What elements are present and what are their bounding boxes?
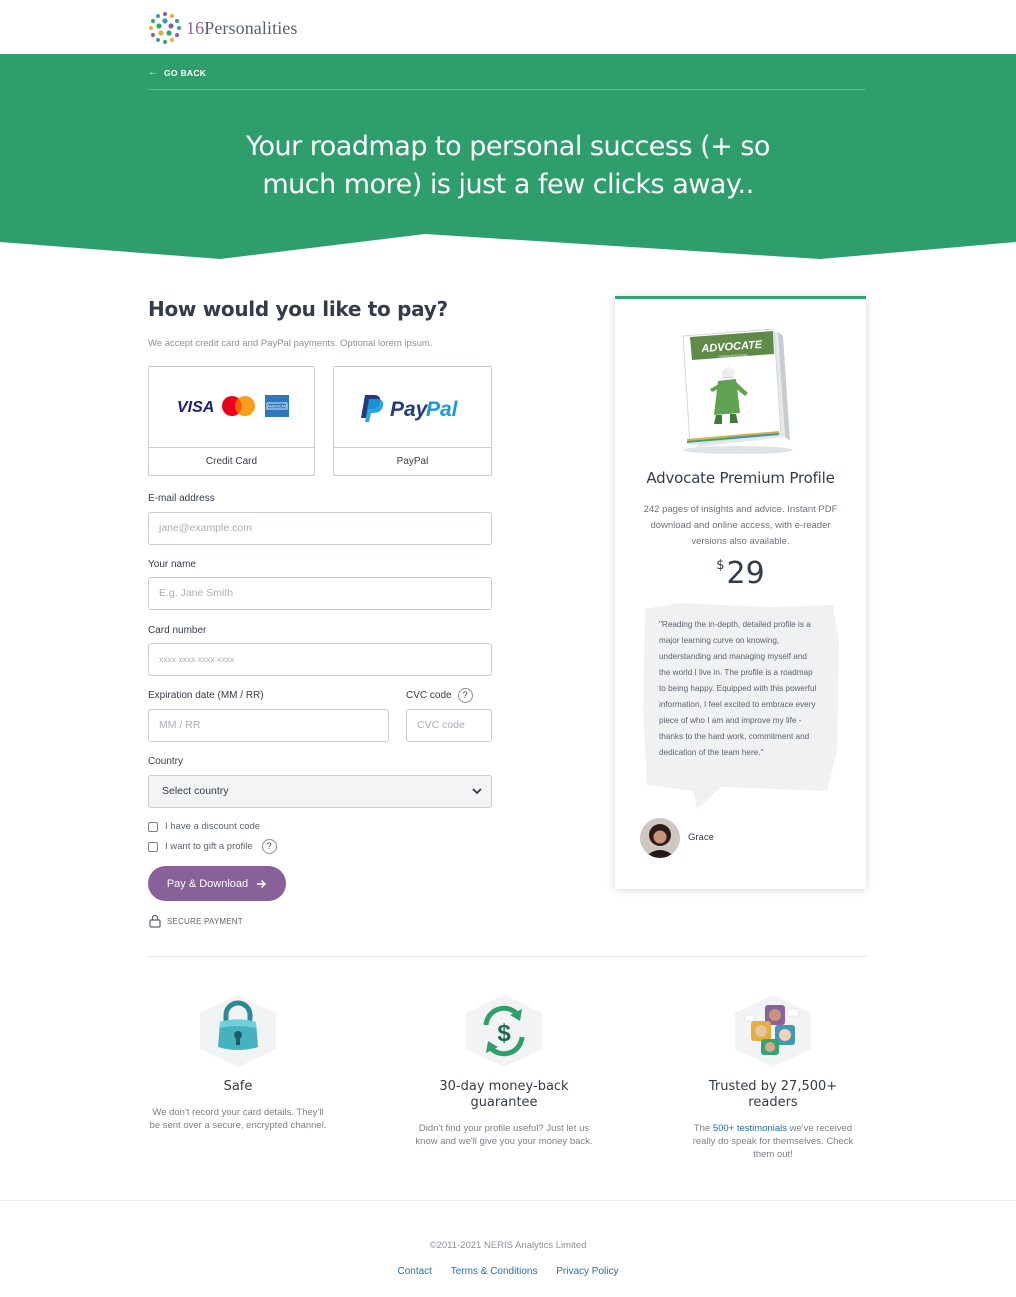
hero-title: Your roadmap to personal success (+ so m… [246, 131, 770, 200]
credit-card-label: Credit Card [149, 447, 314, 475]
gift-checkbox[interactable]: I want to gift a profile ? [148, 839, 277, 854]
feature-safe-title: Safe [223, 1079, 253, 1094]
svg-text:AMERICAN: AMERICAN [268, 405, 287, 409]
arrow-left-icon: ← [148, 67, 158, 78]
feature-trusted: Trusted by 27,500+ readers The 500+ test… [683, 995, 863, 1161]
cvc-label: CVC code [406, 690, 452, 702]
footer-link-contact[interactable]: Contact [398, 1266, 432, 1277]
card-logos: VISA AMERICAN [177, 395, 289, 417]
logo-dots-icon [149, 12, 181, 44]
pay-button-label: Pay & Download [166, 877, 249, 890]
go-back-label: GO BACK [164, 67, 207, 78]
logo-wordmark: 16Personalities [186, 17, 298, 38]
author-avatar [640, 818, 680, 858]
product-title: Advocate Premium Profile [646, 469, 835, 487]
payment-subtitle: We accept credit card and PayPal payment… [148, 338, 433, 349]
cvc-help-icon[interactable]: ? [457, 688, 473, 703]
hero-divider [148, 89, 866, 90]
name-field[interactable]: E.g. Jane Smith [148, 577, 492, 610]
site-logo[interactable]: 16Personalities [148, 11, 298, 45]
hero-banner: ← GO BACK Your roadmap to personal succe… [0, 54, 1016, 260]
checkbox-box[interactable] [148, 821, 158, 832]
product-description: 242 pages of insights and advice. Instan… [643, 504, 838, 547]
feature-trusted-title: Trusted by 27,500+ readers [708, 1079, 838, 1110]
go-back-link[interactable]: ← GO BACK [148, 67, 206, 78]
paypal-option[interactable]: Pay Pal PayPal [333, 366, 492, 476]
svg-text:Pay: Pay [390, 398, 429, 421]
discount-label: I have a discount code [165, 821, 261, 832]
feature-safe-desc: We don't record your card details. They'… [149, 1107, 327, 1131]
svg-text:$: $ [497, 1020, 511, 1047]
amex-icon: AMERICAN [265, 395, 289, 417]
money-back-icon: $ [462, 995, 546, 1067]
expiry-label: Expiration date (MM / RR) [148, 690, 264, 701]
feature-money-back-desc: Didn't find your profile useful? Just le… [415, 1123, 593, 1147]
product-card: ADVOCATE PREMIUM EDITION Advocate Premiu… [615, 296, 866, 889]
lock-icon [149, 914, 161, 928]
secure-payment: SECURE PAYMENT [149, 914, 243, 928]
svg-text:Pal: Pal [426, 398, 459, 421]
author-name: Grace [688, 832, 714, 843]
padlock-icon [196, 995, 280, 1067]
country-select[interactable]: Select country [148, 775, 492, 808]
discount-checkbox[interactable]: I have a discount code [148, 821, 260, 832]
book-cover-image: ADVOCATE PREMIUM EDITION [682, 329, 793, 454]
card-number-label: Card number [148, 625, 207, 636]
visa-logo: VISA [177, 399, 214, 416]
secure-label: SECURE PAYMENT [167, 916, 243, 926]
paypal-logo-icon: Pay Pal [361, 395, 459, 422]
footer-link-privacy[interactable]: Privacy Policy [556, 1266, 618, 1277]
product-price: $29 [615, 556, 866, 591]
readers-icon [731, 995, 815, 1067]
cvc-field[interactable]: CVC code [406, 709, 492, 742]
feature-trusted-desc: The 500+ testimonials we've received rea… [692, 1123, 854, 1160]
feature-money-back-title: 30-day money-back guarantee [439, 1079, 569, 1110]
section-divider [148, 956, 866, 957]
footer-links: Contact Terms & Conditions Privacy Polic… [0, 1266, 1016, 1277]
gift-label: I want to gift a profile [165, 841, 253, 852]
email-label: E-mail address [148, 493, 215, 504]
footer-link-terms[interactable]: Terms & Conditions [451, 1266, 538, 1277]
country-label: Country [148, 756, 184, 767]
mastercard-icon [222, 396, 255, 416]
avatar-photo [640, 818, 680, 858]
name-label: Your name [148, 559, 196, 570]
price-amount: 29 [726, 556, 765, 591]
feature-safe: Safe We don't record your card details. … [148, 995, 328, 1132]
email-field[interactable]: jane@example.com [148, 512, 492, 545]
credit-card-option[interactable]: VISA AMERICAN Credit Card [148, 366, 315, 476]
paypal-label: PayPal [334, 447, 491, 475]
feature-money-back: $ 30-day money-back guarantee Didn't fin… [414, 995, 594, 1148]
payment-title: How would you like to pay? [148, 297, 448, 321]
expiry-field[interactable]: MM / RR [148, 709, 389, 742]
cvc-label-row: CVC code? [406, 688, 473, 703]
chevron-down-icon [472, 788, 482, 795]
testimonial-quote: "Reading the in-depth, detailed profile … [659, 620, 817, 757]
page-footer: ©2011-2021 NERIS Analytics Limited Conta… [0, 1200, 1016, 1297]
testimonials-link[interactable]: 500+ testimonials [713, 1123, 787, 1134]
price-currency: $ [716, 558, 725, 573]
gift-help-icon[interactable]: ? [261, 839, 277, 854]
card-number-field[interactable]: xxxx xxxx xxxx xxxx [148, 643, 492, 676]
copyright-text: ©2011-2021 NERIS Analytics Limited [429, 1240, 587, 1251]
top-bar: 16Personalities [0, 0, 1016, 54]
arrow-right-icon [257, 879, 267, 888]
country-selected: Select country [162, 785, 229, 797]
checkbox-box[interactable] [148, 841, 158, 852]
pay-download-button[interactable]: Pay & Download [148, 866, 286, 901]
